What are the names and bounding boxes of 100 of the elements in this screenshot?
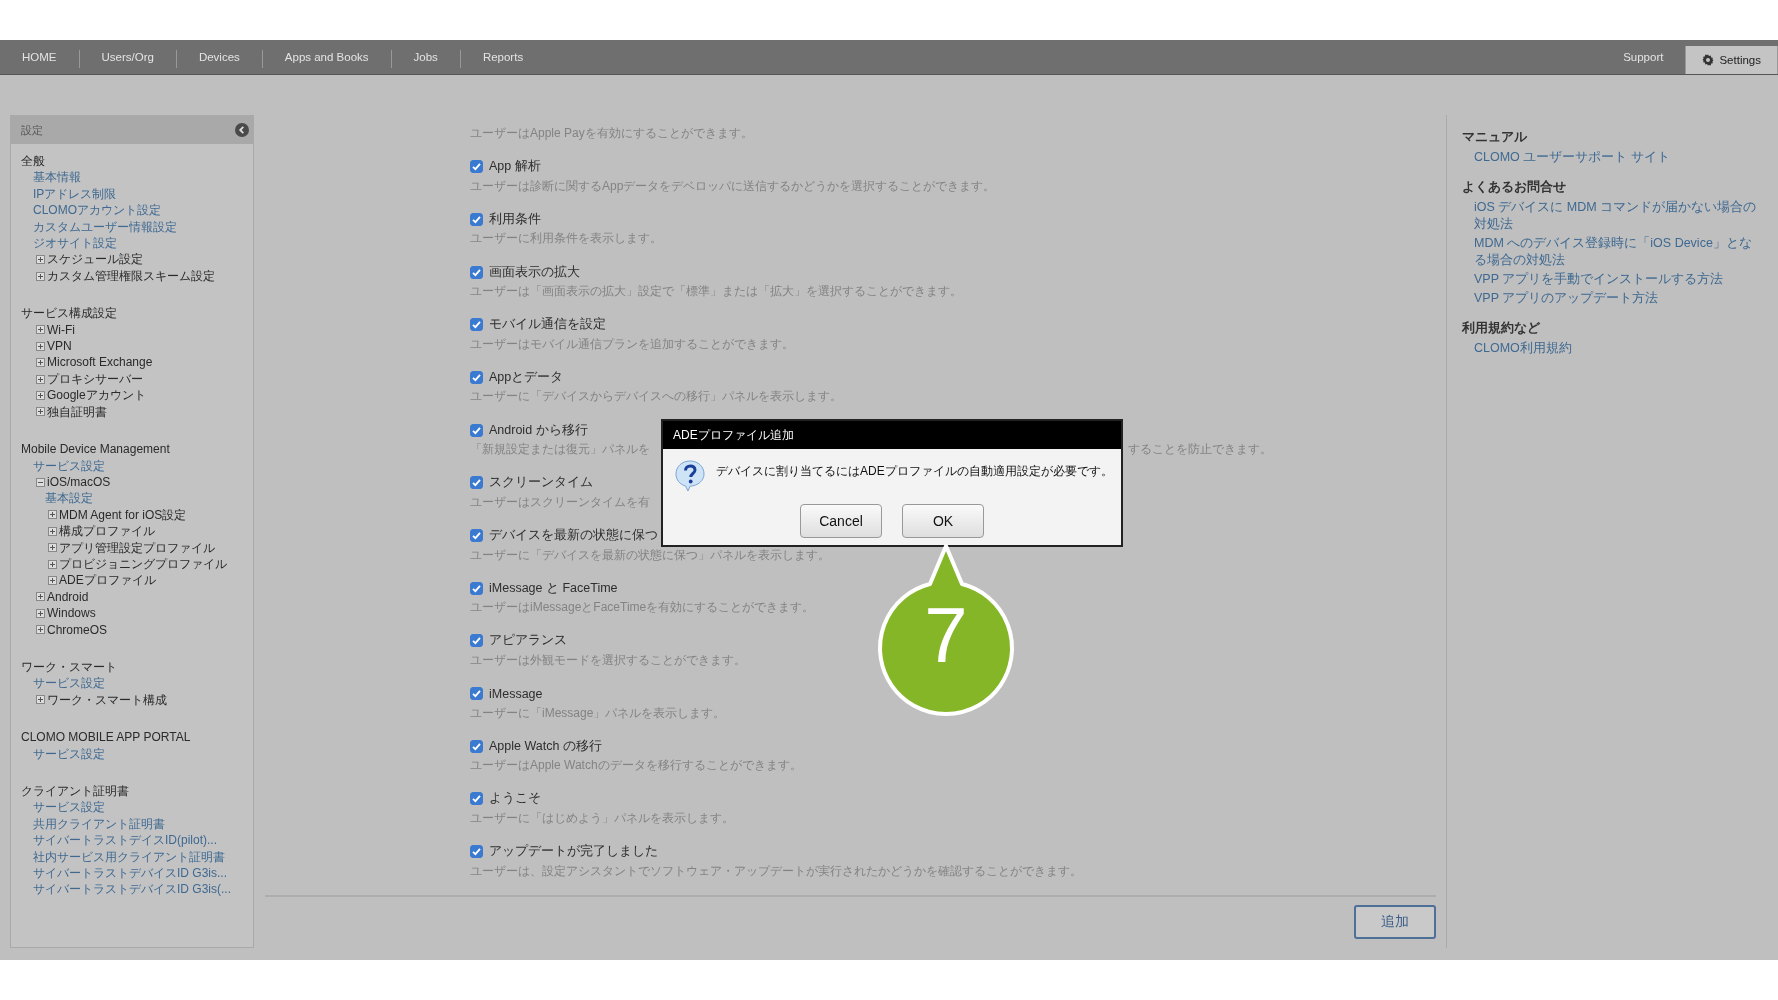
group-heading: Mobile Device Management (21, 441, 171, 458)
checkbox[interactable] (470, 792, 483, 806)
group-heading: ワーク・スマート (21, 658, 118, 676)
tree-item[interactable]: プロキシサーバー (33, 370, 143, 388)
checkbox[interactable] (470, 212, 483, 226)
tree-item[interactable]: Googleアカウント (33, 387, 146, 404)
checkbox[interactable] (470, 370, 483, 384)
nav-link[interactable]: サービス設定 (33, 675, 105, 692)
option-label: ようこそ (489, 790, 541, 808)
help-link[interactable]: iOS デバイスに MDM コマンドが届かない場合の対処法 (1474, 199, 1764, 233)
nav-link[interactable]: サービス設定 (33, 457, 105, 474)
dialog-title: ADEプロファイル追加 (663, 421, 1121, 449)
checkbox[interactable] (470, 581, 483, 595)
add-button[interactable]: 追加 (1354, 905, 1436, 939)
tree-item[interactable]: アプリ管理設定プロファイル (45, 539, 215, 556)
option-label: デバイスを最新の状態に保つ (489, 527, 658, 544)
option-label: モバイル通信を設定 (489, 316, 606, 334)
nav-link[interactable]: サービス設定 (33, 745, 105, 762)
checkbox[interactable] (470, 634, 483, 648)
tree-item[interactable]: Android (33, 588, 89, 606)
nav-link[interactable]: サービス設定 (33, 799, 105, 816)
tree-item[interactable]: カスタム管理権限スキーム設定 (33, 267, 215, 285)
nav-tab[interactable]: Support (1601, 40, 1686, 74)
checkbox[interactable] (470, 529, 483, 542)
section-heading: よくあるお問合せ (1462, 179, 1567, 196)
tree-item[interactable]: VPN (33, 338, 72, 355)
expand-icon[interactable] (48, 543, 57, 553)
nav-tab[interactable]: Jobs (391, 40, 460, 74)
nav-tab[interactable]: Users/Org (79, 40, 176, 74)
nav-link[interactable]: 社内サービス用クライアント証明書 (33, 848, 225, 866)
checkbox[interactable] (470, 476, 483, 490)
expand-icon[interactable] (36, 592, 45, 602)
expand-icon[interactable] (36, 391, 45, 400)
help-link[interactable]: CLOMO利用規約 (1474, 340, 1764, 357)
option-label: App 解析 (489, 158, 541, 176)
expand-icon[interactable] (36, 407, 45, 417)
nav-tab[interactable]: Settings (1685, 46, 1778, 74)
nav-link[interactable]: サイバートラストデバイスID G3is... (33, 865, 227, 882)
expand-icon[interactable] (36, 374, 45, 384)
dialog-button[interactable]: Cancel (800, 504, 882, 538)
checkbox[interactable] (470, 739, 483, 753)
expand-icon[interactable] (48, 510, 57, 520)
tree-item[interactable]: ADEプロファイル (45, 572, 156, 589)
expand-icon[interactable] (36, 255, 45, 265)
nav-link[interactable]: 基本設定 (45, 490, 93, 507)
tree-item[interactable]: スケジュール設定 (33, 251, 143, 268)
tree-item[interactable]: Microsoft Exchange (33, 354, 153, 371)
tree-item[interactable]: Wi-Fi (33, 321, 75, 339)
nav-tab[interactable]: Apps and Books (262, 40, 391, 74)
dialog-message: デバイスに割り当てるにはADEプロファイルの自動適用設定が必要です。 (716, 463, 1113, 480)
nav-link[interactable]: CLOMOアカウント設定 (33, 202, 161, 219)
help-link[interactable]: CLOMO ユーザーサポート サイト (1474, 149, 1764, 166)
tree-item[interactable]: ChromeOS (33, 621, 108, 638)
checkbox[interactable] (470, 423, 483, 437)
tree-item[interactable]: iOS/macOS (33, 473, 111, 491)
tree-item[interactable]: MDM Agent for iOS設定 (45, 506, 187, 524)
tree-item[interactable]: 独自証明書 (33, 403, 107, 421)
nav-link[interactable]: 共用クライアント証明書 (33, 815, 165, 833)
expand-icon[interactable] (36, 358, 45, 368)
expand-icon[interactable] (48, 559, 57, 569)
option-label: Apple Watch の移行 (489, 737, 602, 755)
expand-icon[interactable] (36, 325, 45, 335)
nav-link[interactable]: カスタムユーザー情報設定 (33, 218, 177, 236)
nav-link[interactable]: サイバートラストデイスID(pilot)... (33, 832, 217, 849)
option-label: Android から移行 (489, 421, 588, 439)
option-label: 画面表示の拡大 (489, 263, 580, 281)
expand-icon[interactable] (48, 526, 57, 536)
nav-link[interactable]: ジオサイト設定 (33, 235, 117, 252)
gear-icon (1702, 54, 1715, 66)
dialog-button[interactable]: OK (902, 504, 984, 538)
expand-icon[interactable] (36, 695, 45, 705)
checkbox[interactable] (470, 845, 483, 859)
option-label: iMessage と FaceTime (489, 579, 618, 597)
checkbox[interactable] (470, 265, 483, 279)
nav-tab[interactable]: HOME (0, 40, 79, 74)
nav-tab[interactable]: Devices (176, 40, 262, 74)
section-heading: マニュアル (1462, 129, 1528, 146)
collapse-icon[interactable] (235, 123, 249, 137)
nav-tab[interactable]: Reports (460, 40, 546, 74)
step-callout: 7 (876, 542, 1016, 718)
expand-icon[interactable] (36, 608, 45, 618)
checkbox[interactable] (470, 160, 483, 174)
help-link[interactable]: VPP アプリのアップデート方法 (1474, 290, 1764, 307)
tree-item[interactable]: Windows (33, 605, 96, 622)
expand-icon[interactable] (48, 576, 57, 586)
nav-link[interactable]: 基本情報 (33, 169, 81, 186)
nav-link[interactable]: IPアドレス制限 (33, 185, 117, 203)
help-link[interactable]: VPP アプリを手動でインストールする方法 (1474, 271, 1764, 288)
collapse-icon[interactable] (36, 477, 45, 487)
checkbox[interactable] (470, 687, 483, 701)
tree-item[interactable]: 構成プロファイル (45, 523, 155, 540)
tree-item[interactable]: プロビジョニングプロファイル (45, 555, 227, 573)
group-heading: 全般 (21, 153, 46, 170)
expand-icon[interactable] (36, 271, 45, 281)
expand-icon[interactable] (36, 625, 45, 635)
checkbox[interactable] (470, 318, 483, 332)
help-link[interactable]: MDM へのデバイス登録時に「iOS Device」となる場合の対処法 (1474, 235, 1764, 269)
expand-icon[interactable] (36, 341, 45, 351)
tree-item[interactable]: ワーク・スマート構成 (33, 691, 167, 709)
nav-link[interactable]: サイバートラストデバイスID G3is(... (33, 881, 231, 898)
